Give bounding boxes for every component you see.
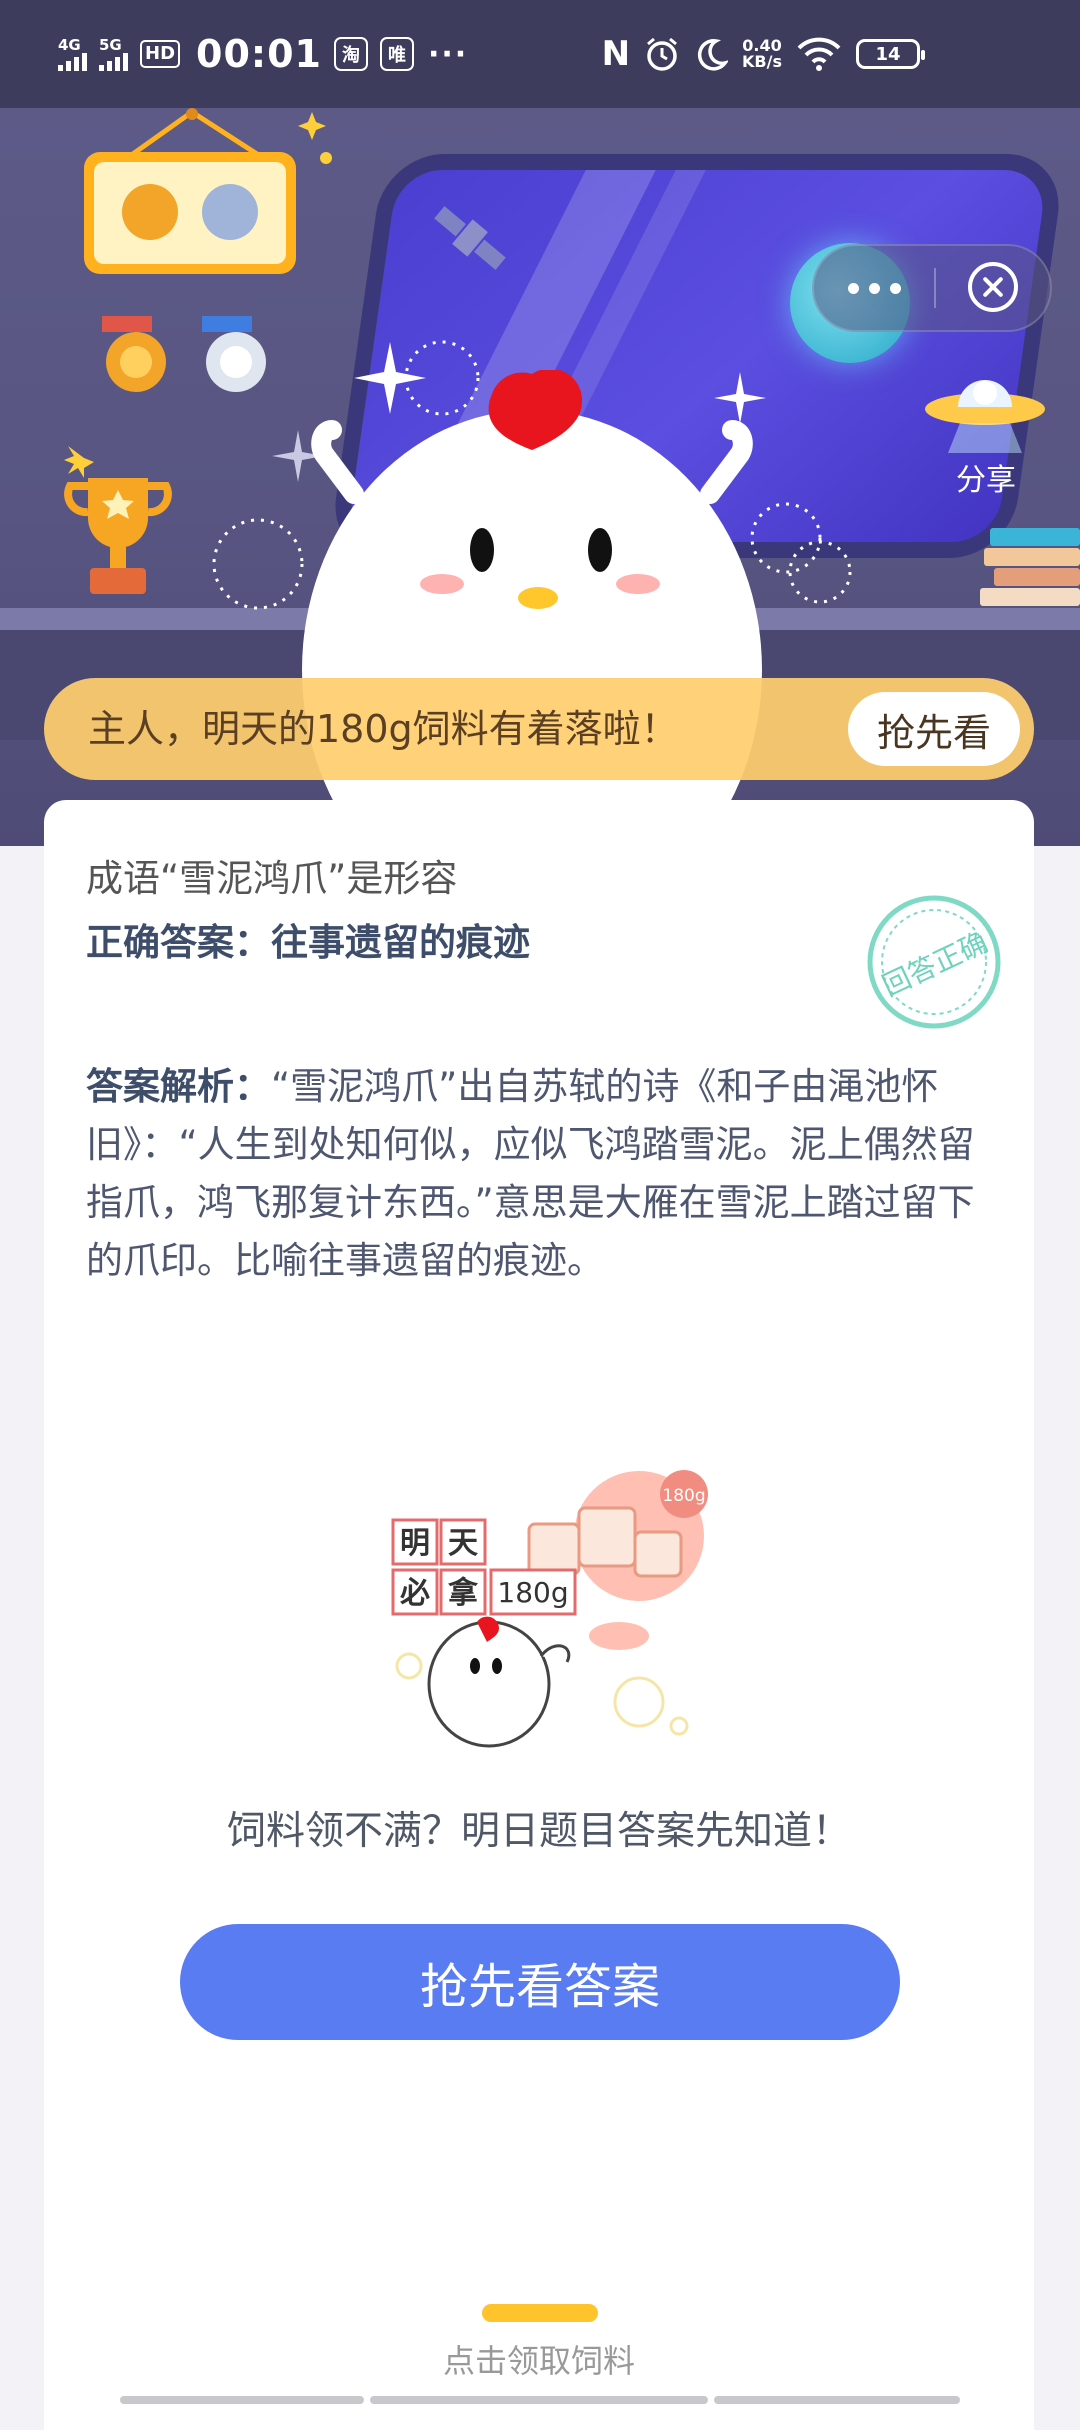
silver-medal-icon	[202, 184, 258, 240]
satellite-icon	[434, 206, 506, 270]
feed-promo-illustration: 180g 明 天 必 拿 180g	[391, 1470, 708, 1748]
dotted-circle-icon	[750, 502, 852, 604]
preview-answer-button[interactable]: 抢先看答案	[180, 1924, 900, 2040]
svg-text:拿: 拿	[448, 1576, 478, 1611]
wifi-icon	[797, 37, 841, 71]
medal-plaque	[84, 152, 296, 274]
answer-card: 成语“雪泥鸿爪”是形容 正确答案：往事遗留的痕迹 回答正确 答案解析：“雪泥鸿爪…	[44, 800, 1034, 2360]
drag-handle[interactable]	[482, 2304, 598, 2322]
svg-text:天: 天	[448, 1526, 478, 1561]
page-indicator-3	[714, 2396, 960, 2404]
promo-text: 饲料领不满？明日题目答案先知道！	[226, 1809, 851, 1854]
signal-5g-icon: 5G	[99, 37, 128, 71]
close-button[interactable]	[968, 262, 1018, 312]
plaque-string-icon	[128, 108, 262, 158]
page-indicator-2	[370, 2396, 708, 2404]
hd-voice-icon: HD	[140, 40, 181, 68]
claim-feed-label: 点击领取饲料	[442, 2342, 635, 2380]
clock: 00:01	[196, 32, 322, 76]
banner-text: 主人，明天的180g饲料有着落啦！	[88, 707, 679, 751]
miniprogram-capsule	[812, 244, 1052, 332]
more-button[interactable]	[814, 246, 934, 330]
svg-text:180g: 180g	[497, 1576, 568, 1609]
correct-answer: 正确答案：往事遗留的痕迹	[86, 921, 530, 964]
svg-text:必: 必	[400, 1576, 430, 1611]
trophy-icon	[64, 446, 172, 594]
gold-medal-icon	[122, 184, 178, 240]
medals-icon	[102, 316, 266, 392]
correct-stamp-icon: 回答正确	[867, 895, 1001, 1029]
alarm-icon	[647, 37, 677, 71]
promo-banner[interactable]: 主人，明天的180g饲料有着落啦！ 抢先看	[44, 678, 1034, 780]
taobao-notification-icon: 淘	[333, 37, 368, 71]
network-speed: 0.40 KB/s	[742, 36, 782, 71]
svg-text:180g: 180g	[662, 1486, 705, 1506]
status-bar: 4G 5G HD 00:01 淘 唯 ··· N 0.40 KB/s 14	[0, 0, 1080, 108]
answer-explanation: 答案解析：“雪泥鸿爪”出自苏轼的诗《和子由渑池怀旧》：“人生到处知何似，应似飞鸿…	[86, 1065, 975, 1282]
page-indicator-1	[120, 2396, 364, 2404]
nfc-icon: N	[601, 34, 631, 74]
preview-button[interactable]: 抢先看	[848, 692, 1020, 766]
vip-notification-icon: 唯	[379, 37, 414, 71]
svg-text:明: 明	[400, 1526, 430, 1561]
signal-4g-icon: 4G	[58, 37, 87, 71]
star-sparkle-icon	[298, 112, 332, 164]
ufo-share-icon	[925, 380, 1045, 453]
do-not-disturb-moon-icon	[697, 39, 729, 71]
books-icon	[980, 528, 1080, 606]
svg-text:回答正确: 回答正确	[877, 926, 992, 1003]
dotted-circle-icon	[212, 518, 304, 610]
more-notifications-icon: ···	[427, 36, 469, 72]
header-illustration: 分享 主人，明天的180g饲料有着落啦！ 抢先看	[0, 108, 1080, 846]
question-text: 成语“雪泥鸿爪”是形容	[86, 857, 458, 900]
battery-icon: 14	[856, 39, 925, 69]
